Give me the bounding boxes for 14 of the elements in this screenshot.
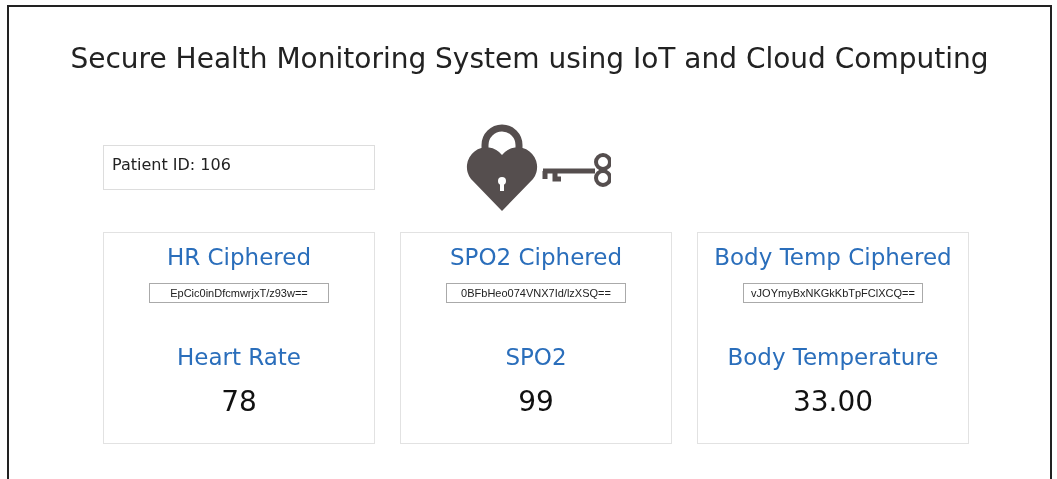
cipher-field[interactable]: vJOYmyBxNKGkKbTpFClXCQ== (743, 283, 923, 303)
reading-label: Heart Rate (176, 343, 302, 372)
cipher-field[interactable]: EpCic0inDfcmwrjxT/z93w== (149, 283, 329, 303)
reading-value: 78 (221, 385, 257, 418)
cipher-field[interactable]: 0BFbHeo074VNX7Id/lzXSQ== (446, 283, 626, 303)
card-heading: SPO2 Ciphered (450, 243, 622, 272)
patient-id: Patient ID: 106 (103, 145, 375, 190)
page-title: Secure Health Monitoring System using IoT and Cloud Computing (69, 41, 990, 77)
reading-label: Body Temperature (727, 343, 939, 372)
reading-label: SPO2 (505, 343, 567, 372)
card-heading: HR Ciphered (166, 243, 312, 272)
card-heading: Body Temp Ciphered (714, 243, 952, 272)
reading-value: 33.00 (792, 385, 874, 418)
reading-value: 99 (518, 385, 554, 418)
